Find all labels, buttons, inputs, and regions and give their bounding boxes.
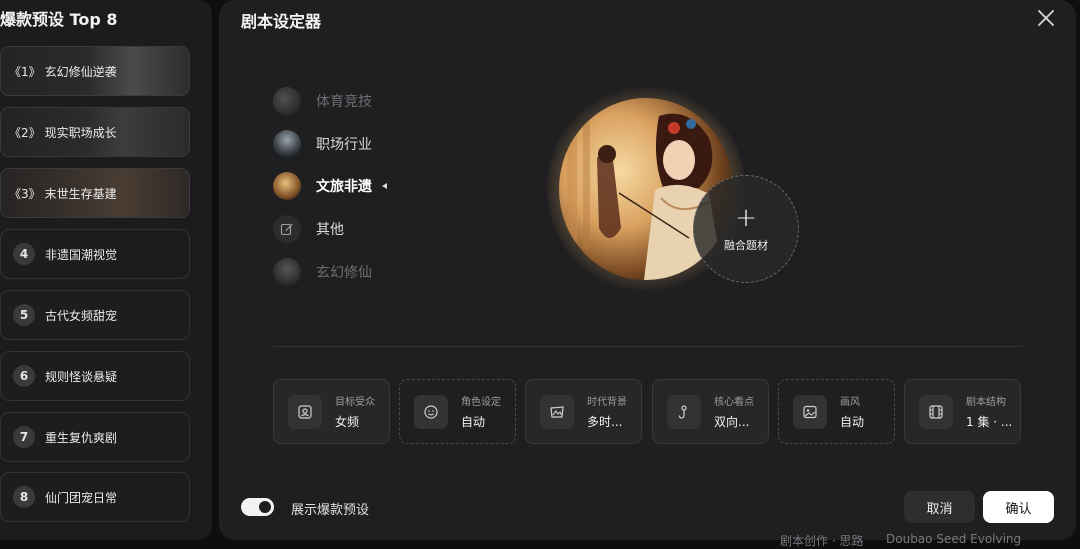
preset-item-3[interactable]: 《3》 末世生存基建: [0, 168, 190, 218]
setting-value: 多时...: [587, 415, 623, 429]
dialog-title: 剧本设定器: [241, 12, 322, 31]
setting-target-audience[interactable]: 目标受众 女频: [273, 379, 390, 444]
preset-item-4[interactable]: 4 非遗国潮视觉: [0, 229, 190, 279]
preset-label: 玄幻修仙逆袭: [44, 64, 117, 79]
preset-item-1[interactable]: 《1》 玄幻修仙逆袭: [0, 46, 190, 96]
preset-item-7[interactable]: 7 重生复仇爽剧: [0, 412, 190, 462]
film-icon: [919, 394, 953, 429]
category-avatar: [273, 87, 301, 115]
setting-core-highlight[interactable]: 核心看点 双向...: [652, 379, 769, 444]
preset-number: 《1》: [9, 64, 41, 79]
category-avatar: [273, 258, 301, 286]
preset-panel-title: 爆款预设 Top 8: [0, 10, 118, 29]
script-settings-dialog: 剧本设定器 体育竞技 职场行业 文旅非遗 其他 玄幻修仙 + 融合题材 目标受众…: [219, 0, 1076, 540]
category-label: 文旅非遗: [316, 179, 372, 195]
preset-label: 非遗国潮视觉: [45, 247, 118, 262]
fuse-theme-button[interactable]: + 融合题材: [693, 175, 799, 283]
setting-value: 女频: [335, 415, 360, 429]
setting-label: 画风: [840, 397, 860, 408]
category-fantasy[interactable]: 玄幻修仙: [273, 258, 372, 286]
setting-value: 自动: [840, 415, 865, 429]
setting-label: 剧本结构: [966, 397, 1006, 408]
preset-item-5[interactable]: 5 古代女频甜宠: [0, 290, 190, 340]
preset-number: 7: [13, 426, 35, 448]
preset-label: 规则怪谈悬疑: [45, 369, 118, 384]
audience-icon: [288, 394, 322, 429]
setting-value: 1 集 · ...: [966, 415, 1013, 429]
cancel-button[interactable]: 取消: [904, 491, 975, 523]
category-other[interactable]: 其他: [273, 215, 344, 243]
setting-label: 目标受众: [335, 397, 375, 408]
preset-panel: 爆款预设 Top 8 《1》 玄幻修仙逆袭 《2》 现实职场成长 《3》 末世生…: [0, 0, 212, 540]
confirm-button[interactable]: 确认: [983, 491, 1054, 523]
setting-character[interactable]: 角色设定 自动: [399, 379, 516, 444]
preset-label: 古代女频甜宠: [45, 308, 118, 323]
preset-number: 8: [13, 486, 35, 508]
preset-label: 重生复仇爽剧: [45, 430, 118, 445]
setting-script-structure[interactable]: 剧本结构 1 集 · ...: [904, 379, 1021, 444]
category-sports[interactable]: 体育竞技: [273, 87, 372, 115]
setting-value: 自动: [461, 415, 486, 429]
preset-number: 5: [13, 304, 35, 326]
category-avatar: [273, 215, 301, 243]
preset-label: 仙门团宠日常: [45, 490, 118, 505]
setting-era-background[interactable]: 时代背景 多时...: [525, 379, 642, 444]
picture-icon: [793, 394, 827, 429]
category-label: 体育竞技: [316, 94, 372, 110]
setting-label: 核心看点: [714, 397, 754, 408]
background-caption-left: 剧本创作 · 思路: [780, 534, 864, 548]
close-button[interactable]: [1036, 8, 1056, 28]
preset-item-8[interactable]: 8 仙门团宠日常: [0, 472, 190, 522]
close-icon: [1038, 10, 1054, 26]
preset-item-6[interactable]: 6 规则怪谈悬疑: [0, 351, 190, 401]
fuse-theme-label: 融合题材: [724, 239, 768, 252]
landscape-icon: [540, 394, 574, 429]
toggle-knob: [259, 501, 271, 513]
setting-value: 双向...: [714, 415, 750, 429]
plus-icon: +: [735, 203, 757, 233]
preset-number: 6: [13, 365, 35, 387]
preset-item-2[interactable]: 《2》 现实职场成长: [0, 107, 190, 157]
preset-label: 末世生存基建: [44, 186, 117, 201]
show-presets-label: 展示爆款预设: [291, 503, 370, 518]
setting-art-style[interactable]: 画风 自动: [778, 379, 895, 444]
category-culture-heritage[interactable]: 文旅非遗: [273, 172, 387, 200]
category-label: 职场行业: [316, 137, 372, 153]
selected-pointer-icon: [382, 183, 387, 189]
background-caption-right: Doubao Seed Evolving: [886, 532, 1022, 546]
category-avatar: [273, 172, 301, 200]
smile-face-icon: [414, 394, 448, 429]
setting-label: 时代背景: [587, 397, 627, 408]
preset-number: 4: [13, 243, 35, 265]
hook-icon: [667, 394, 701, 429]
category-workplace[interactable]: 职场行业: [273, 130, 372, 158]
category-label: 玄幻修仙: [316, 265, 372, 281]
category-avatar: [273, 130, 301, 158]
edit-icon: [280, 223, 293, 236]
category-label: 其他: [316, 222, 344, 238]
preset-number: 《3》: [9, 186, 41, 201]
setting-label: 角色设定: [461, 397, 501, 408]
preset-label: 现实职场成长: [44, 125, 117, 140]
show-presets-toggle[interactable]: [241, 498, 274, 516]
preset-number: 《2》: [9, 125, 41, 140]
divider: [273, 346, 1022, 347]
